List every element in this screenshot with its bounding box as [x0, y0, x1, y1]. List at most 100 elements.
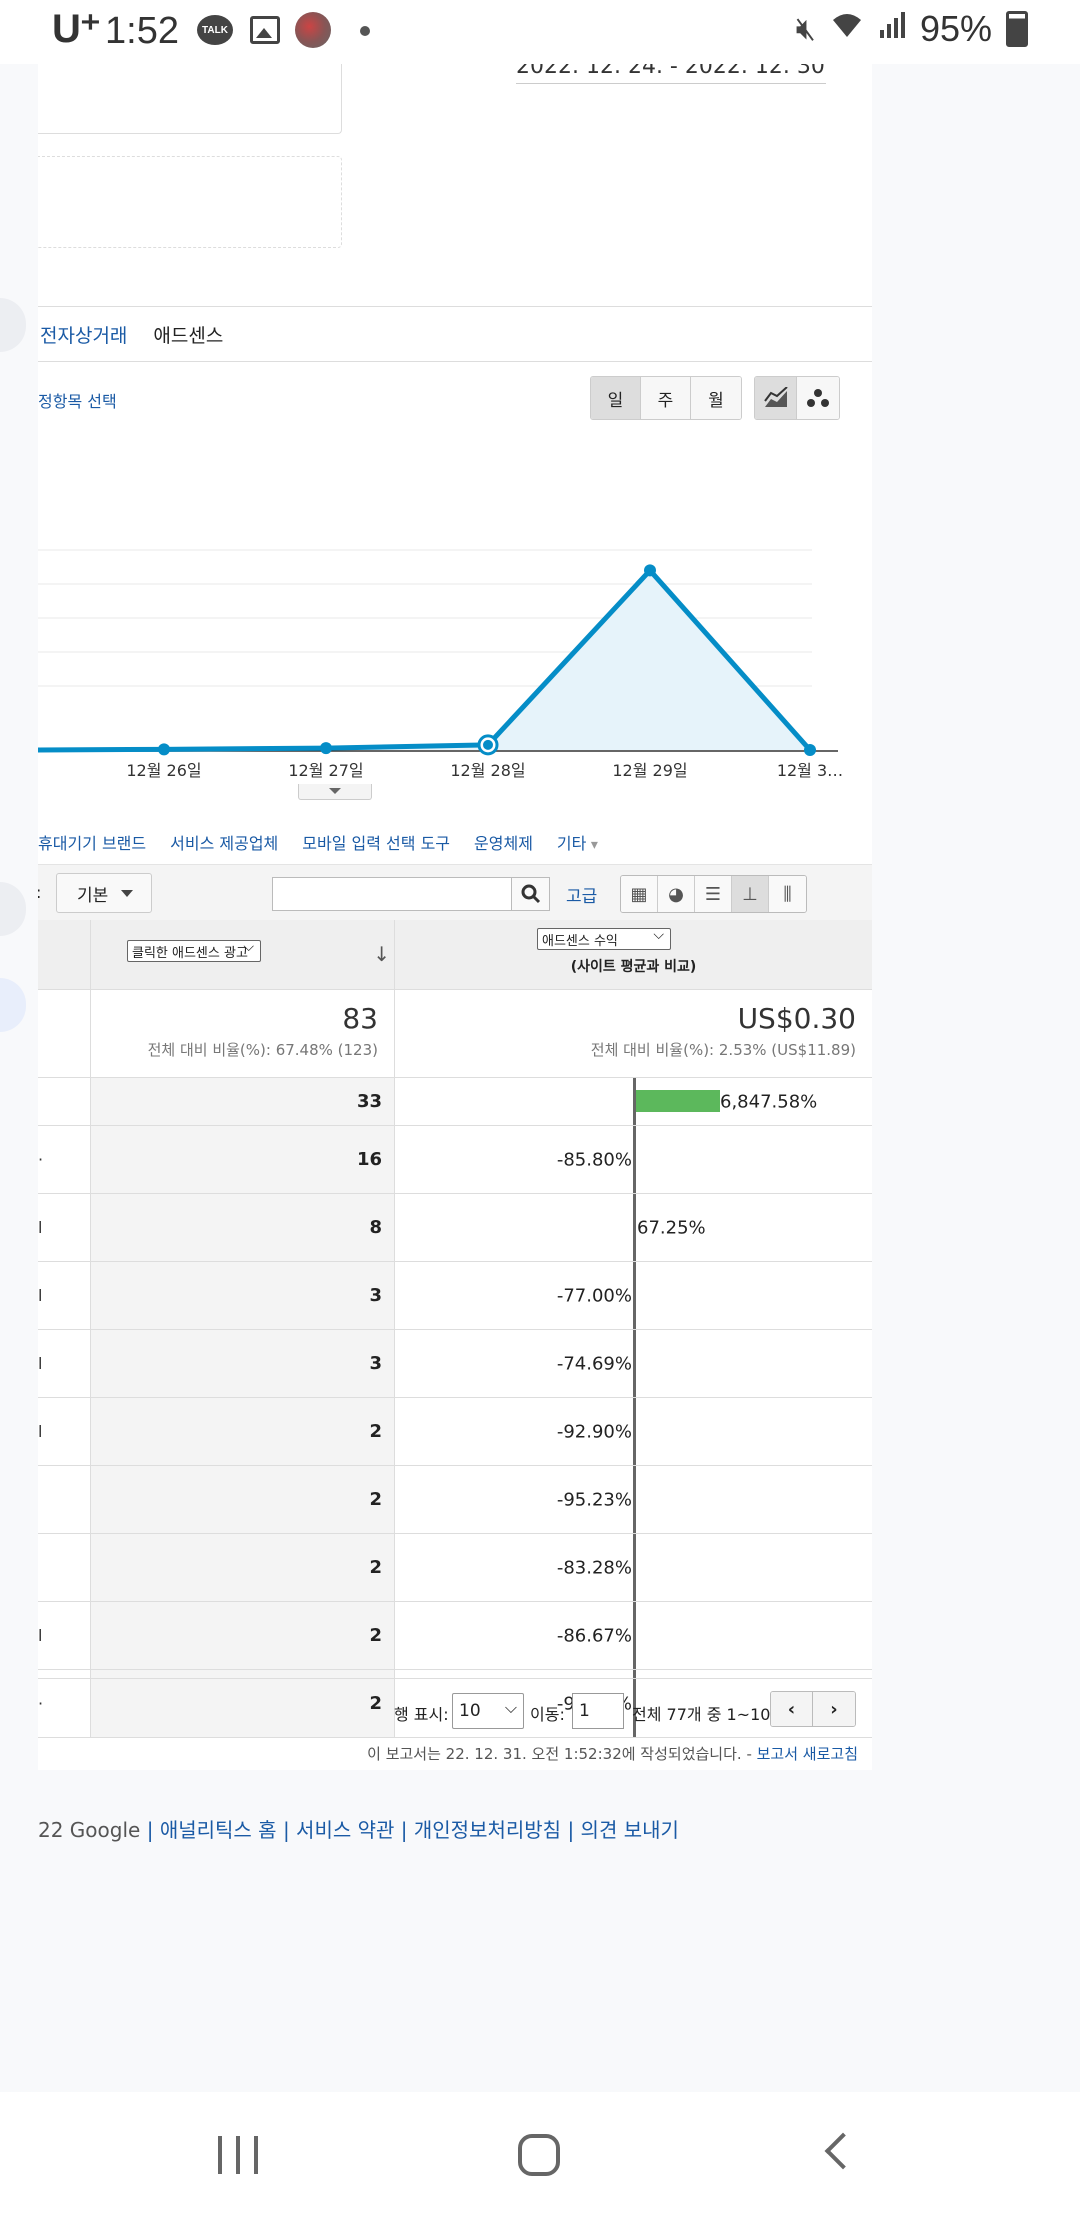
table-row[interactable]: 2 -95.23%	[38, 1466, 872, 1534]
side-handle[interactable]	[0, 298, 26, 352]
table-view-icon[interactable]: ▦	[621, 876, 658, 912]
compare-axis	[633, 1194, 636, 1261]
dimension-service-provider[interactable]: 서비스 제공업체	[170, 830, 278, 854]
select-metric-link[interactable]: 정항목 선택	[38, 388, 117, 412]
footer-link-analytics-home[interactable]: 애널리틱스 홈	[160, 1818, 277, 1842]
dimension-more[interactable]: 기타	[557, 830, 598, 854]
table-row[interactable]: l 3 -77.00%	[38, 1262, 872, 1330]
row-compare-cell: 67.25%	[394, 1194, 872, 1261]
wifi-icon	[830, 10, 864, 48]
row-dimension-cell[interactable]	[38, 1534, 90, 1601]
row-dimension-cell[interactable]: l	[38, 1194, 90, 1261]
clicks-total-cell: 83 전체 대비 비율(%): 67.48% (123)	[90, 990, 394, 1078]
row-compare-cell: -92.90%	[394, 1398, 872, 1465]
tab-adsense[interactable]: 애드센스	[153, 321, 223, 348]
dimension-os[interactable]: 운영체제	[474, 830, 533, 854]
recent-apps-icon[interactable]	[218, 2136, 258, 2174]
granularity-month-button[interactable]: 월	[691, 377, 741, 419]
footer-link-feedback[interactable]: 의견 보내기	[581, 1818, 679, 1842]
row-dimension-cell[interactable]: l	[38, 1262, 90, 1329]
advanced-filter-link[interactable]: 고급	[566, 882, 597, 907]
table-row[interactable]: 33 6,847.58%	[38, 1078, 872, 1126]
row-compare-cell: -77.00%	[394, 1262, 872, 1329]
home-icon[interactable]	[518, 2134, 560, 2176]
report-tabs: 전자상거래 애드센스	[38, 306, 872, 362]
footer-link-privacy[interactable]: 개인정보처리방침	[414, 1818, 561, 1842]
table-row[interactable]: 2 -83.28%	[38, 1534, 872, 1602]
table-row[interactable]: l 3 -74.69%	[38, 1330, 872, 1398]
dimension-device-brand[interactable]: 휴대기기 브랜드	[38, 830, 146, 854]
compare-axis	[633, 1534, 636, 1601]
row-clicks-cell: 2	[90, 1466, 394, 1533]
row-dimension-cell[interactable]	[38, 1078, 90, 1125]
compare-value: -92.90%	[556, 1421, 632, 1442]
row-clicks-cell: 33	[90, 1078, 394, 1125]
compare-value: -95.23%	[556, 1489, 632, 1510]
table-row[interactable]: l 2 -92.90%	[38, 1398, 872, 1466]
back-icon[interactable]	[824, 2132, 862, 2170]
row-clicks-cell: 2	[90, 1602, 394, 1669]
clicks-metric-select[interactable]: 클릭한 애드센스 광고	[127, 939, 261, 962]
compare-value: -86.67%	[556, 1625, 632, 1646]
prev-page-icon[interactable]: ‹	[771, 1692, 813, 1726]
table-row[interactable]: · 16 -85.80%	[38, 1126, 872, 1194]
battery-charging-icon	[1006, 11, 1028, 47]
granularity-day-button[interactable]: 일	[591, 377, 641, 419]
battery-percent: 95%	[919, 8, 992, 49]
revenue-total-percent: 전체 대비 비율(%): 2.53% (US$11.89)	[590, 1041, 856, 1059]
empty-widget-box	[38, 156, 342, 248]
granularity-week-button[interactable]: 주	[641, 377, 691, 419]
tab-ecommerce[interactable]: 전자상거래	[40, 321, 127, 348]
motion-chart-icon[interactable]	[797, 377, 839, 419]
kakaotalk-notification-icon: TALK	[197, 15, 233, 45]
row-compare-cell: 6,847.58%	[394, 1078, 872, 1125]
table-view-toggle: ▦ ◕ ☰ ⊥ ⫼	[620, 875, 807, 913]
row-dimension-cell[interactable]	[38, 1466, 90, 1533]
dimension-mobile-input[interactable]: 모바일 입력 선택 도구	[302, 830, 450, 854]
goto-row-input[interactable]: 1	[572, 1693, 624, 1729]
compare-value: -85.80%	[556, 1149, 632, 1170]
pivot-view-icon[interactable]: ⫼	[769, 876, 806, 912]
table-row[interactable]: l 2 -86.67%	[38, 1602, 872, 1670]
status-bar: U⁺ 1:52 TALK 🔇︎ 95%	[0, 0, 1080, 64]
chart-point[interactable]	[644, 564, 656, 577]
table-toolbar: : 기본 고급 ▦ ◕ ☰ ⊥ ⫼	[38, 864, 872, 920]
revenue-total: US$0.30	[737, 1002, 856, 1035]
chart-point[interactable]	[320, 742, 332, 755]
row-dimension-cell[interactable]: ·	[38, 1126, 90, 1193]
refresh-report-link[interactable]: 보고서 새로고침	[757, 1745, 858, 1763]
row-dimension-cell[interactable]: l	[38, 1398, 90, 1465]
pagination-bar: 행 표시: 10 이동: 1 전체 77개 중 1~10 ‹ › 이 보고서는 …	[38, 1678, 872, 1770]
comparison-view-icon[interactable]: ⊥	[732, 876, 769, 912]
table-row[interactable]: l 8 67.25%	[38, 1194, 872, 1262]
copyright: 22 Google	[38, 1818, 141, 1842]
next-page-icon[interactable]: ›	[813, 1692, 855, 1726]
table-search-input[interactable]	[272, 877, 512, 911]
expand-chart-handle[interactable]	[298, 784, 372, 800]
pie-view-icon[interactable]: ◕	[658, 876, 695, 912]
bar-view-icon[interactable]: ☰	[695, 876, 732, 912]
rows-per-page-select[interactable]: 10	[452, 1693, 524, 1729]
side-handle[interactable]	[0, 882, 26, 936]
footer-link-terms[interactable]: 서비스 약관	[296, 1818, 394, 1842]
date-range-selector[interactable]: 2022. 12. 24. - 2022. 12. 30.	[516, 64, 826, 84]
row-dimension-cell[interactable]: l	[38, 1602, 90, 1669]
row-dimension-cell[interactable]: l	[38, 1330, 90, 1397]
clicks-total-percent: 전체 대비 비율(%): 67.48% (123)	[147, 1041, 378, 1059]
search-icon[interactable]	[512, 877, 550, 911]
secondary-dimension-select[interactable]: 기본	[56, 873, 152, 913]
rows-per-page-label: 행 표시:	[394, 1705, 449, 1724]
report-note-text: 이 보고서는 22. 12. 31. 오전 1:52:32에 작성되었습니다. …	[367, 1745, 757, 1763]
scorecard-box	[38, 64, 342, 134]
compare-bar-positive	[636, 1090, 720, 1112]
chart-point[interactable]	[158, 743, 170, 756]
row-clicks-cell: 3	[90, 1262, 394, 1329]
chart-mode-toggle	[754, 376, 840, 420]
chart-point[interactable]	[804, 744, 816, 756]
revenue-metric-select[interactable]: 애드센스 수익	[537, 927, 671, 950]
side-handle[interactable]	[0, 978, 26, 1032]
line-chart: 12월 26일 12월 27일 12월 28일 12월 29일 12월 3…	[38, 549, 843, 780]
sort-desc-icon[interactable]: ↓	[373, 942, 390, 966]
table-header: 클릭한 애드센스 광고 ↓ 애드센스 수익 (사이트 평균과 비교)	[38, 920, 872, 990]
line-chart-icon[interactable]	[755, 377, 798, 419]
